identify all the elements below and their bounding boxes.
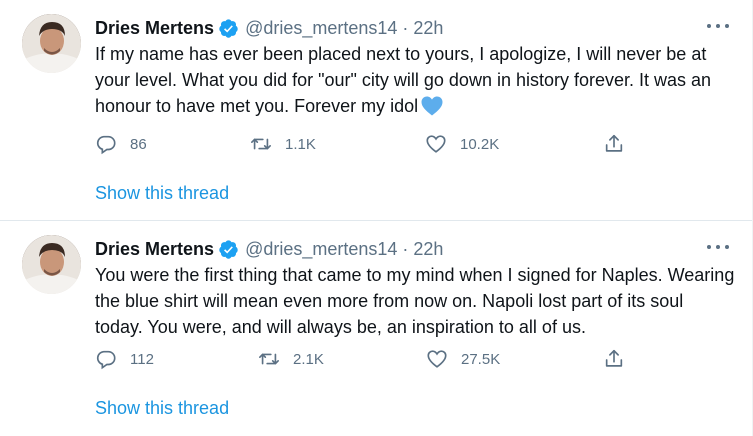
tweet-text: If my name has ever been placed next to … bbox=[95, 41, 735, 119]
share-button[interactable] bbox=[603, 132, 625, 156]
author-name[interactable]: Dries Mertens bbox=[95, 18, 214, 39]
tweet[interactable]: Dries Mertens @dries_mertens14 · 22h You… bbox=[0, 221, 753, 436]
author-handle[interactable]: @dries_mertens14 bbox=[245, 18, 397, 39]
like-button[interactable]: 27.5K bbox=[426, 347, 500, 371]
tweet-timestamp[interactable]: 22h bbox=[413, 18, 443, 39]
reply-bubble-icon bbox=[95, 133, 117, 155]
tweet-text-body: You were the first thing that came to my… bbox=[95, 265, 735, 337]
retweet-icon bbox=[250, 133, 272, 155]
tweet[interactable]: Dries Mertens @dries_mertens14 · 22h If … bbox=[0, 0, 753, 220]
tweet-timestamp[interactable]: 22h bbox=[413, 239, 443, 260]
retweet-button[interactable]: 1.1K bbox=[250, 132, 316, 156]
verified-badge-icon bbox=[218, 18, 239, 39]
avatar[interactable] bbox=[22, 14, 81, 73]
tweet-text-body: If my name has ever been placed next to … bbox=[95, 44, 712, 116]
blue-heart-emoji-icon bbox=[421, 96, 443, 116]
reply-button[interactable]: 112 bbox=[95, 347, 154, 371]
retweet-icon bbox=[258, 348, 280, 370]
heart-outline-icon bbox=[426, 348, 448, 370]
show-thread-link[interactable]: Show this thread bbox=[95, 398, 229, 419]
share-upload-icon bbox=[603, 348, 625, 370]
tweet-header: Dries Mertens @dries_mertens14 · 22h bbox=[95, 16, 443, 40]
like-count: 27.5K bbox=[461, 350, 501, 368]
share-upload-icon bbox=[603, 133, 625, 155]
reply-button[interactable]: 86 bbox=[95, 132, 147, 156]
heart-outline-icon bbox=[425, 133, 447, 155]
header-separator: · bbox=[402, 238, 409, 259]
tweet-text: You were the first thing that came to my… bbox=[95, 262, 735, 340]
retweet-count: 2.1K bbox=[293, 350, 324, 368]
reply-count: 112 bbox=[130, 350, 154, 368]
verified-badge-icon bbox=[218, 239, 239, 260]
like-button[interactable]: 10.2K bbox=[425, 132, 499, 156]
reply-count: 86 bbox=[130, 135, 147, 153]
author-name[interactable]: Dries Mertens bbox=[95, 239, 214, 260]
tweet-actions: 86 1.1K 10.2K bbox=[95, 132, 655, 156]
retweet-count: 1.1K bbox=[285, 135, 316, 153]
share-button[interactable] bbox=[603, 347, 625, 371]
tweet-header: Dries Mertens @dries_mertens14 · 22h bbox=[95, 237, 443, 261]
author-handle[interactable]: @dries_mertens14 bbox=[245, 239, 397, 260]
like-count: 10.2K bbox=[460, 135, 500, 153]
more-horizontal-icon[interactable] bbox=[707, 24, 729, 30]
show-thread-link[interactable]: Show this thread bbox=[95, 183, 229, 204]
more-horizontal-icon[interactable] bbox=[707, 245, 729, 251]
tweet-actions: 112 2.1K 27.5K bbox=[95, 347, 655, 371]
retweet-button[interactable]: 2.1K bbox=[258, 347, 324, 371]
avatar[interactable] bbox=[22, 235, 81, 294]
reply-bubble-icon bbox=[95, 348, 117, 370]
header-separator: · bbox=[402, 17, 409, 38]
